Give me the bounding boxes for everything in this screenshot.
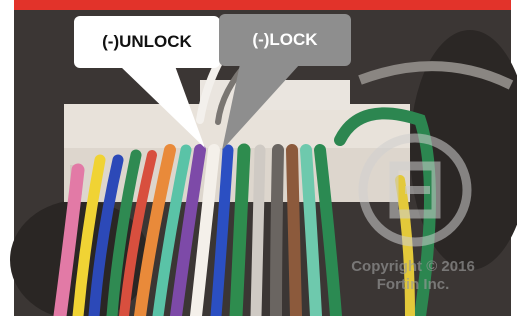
- lock-label: (-)LOCK: [252, 30, 318, 49]
- brand-line: Fortin Inc.: [376, 276, 450, 293]
- unlock-label: (-)UNLOCK: [102, 32, 192, 51]
- copyright-line: Copyright © 2016: [351, 258, 475, 275]
- copyright-watermark: Copyright © 2016 Fortin Inc.: [338, 258, 488, 294]
- unlock-callout: (-)UNLOCK: [74, 16, 220, 68]
- top-red-bar: [0, 0, 517, 10]
- lock-callout: (-)LOCK: [219, 14, 351, 66]
